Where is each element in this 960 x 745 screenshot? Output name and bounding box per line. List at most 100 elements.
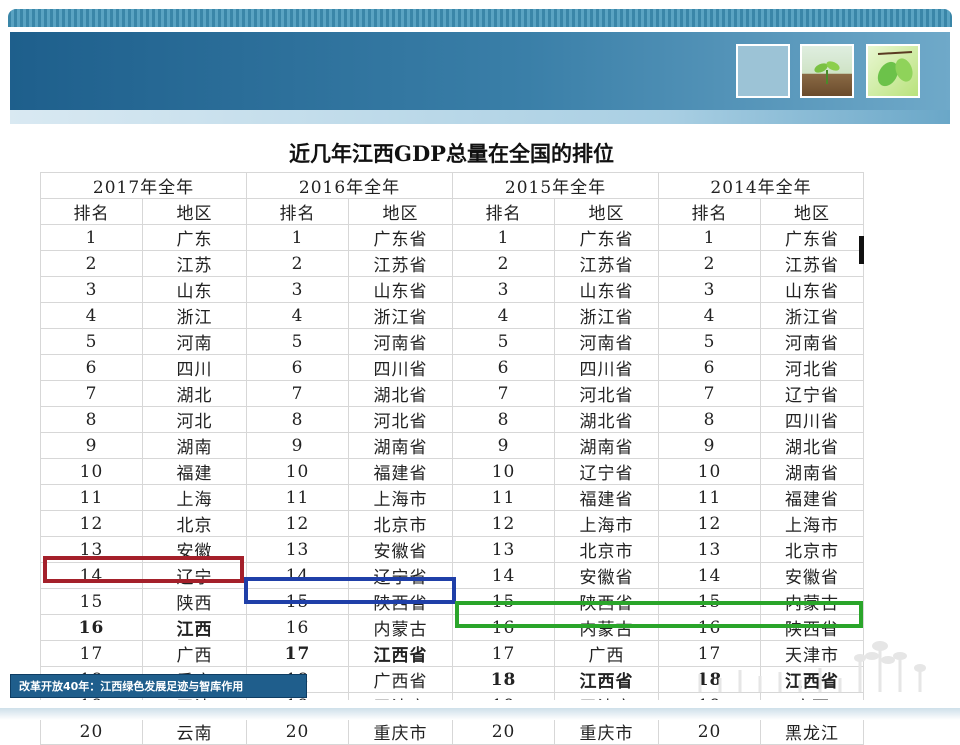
table-title: 近几年江西GDP总量在全国的排位 (289, 141, 614, 166)
table-row: 20 云南 20 重庆市 20 重庆市 20 黑龙江 (40, 718, 865, 745)
region-cell: 重庆市 (554, 718, 660, 745)
region-cell: 安徽省 (554, 562, 660, 589)
col-header-region: 地区 (141, 198, 248, 225)
col-header-region: 地区 (348, 198, 454, 225)
rank-cell: 3 (246, 276, 350, 303)
region-cell: 江苏省 (554, 250, 660, 277)
region-cell: 上海市 (348, 484, 454, 511)
table-row: 3 山东 3 山东省 3 山东省 3 山东省 (40, 276, 865, 303)
region-cell: 河南省 (554, 328, 660, 355)
region-cell: 四川省 (348, 354, 454, 381)
region-cell: 北京市 (554, 536, 660, 563)
rank-cell: 2 (658, 250, 762, 277)
rank-cell: 2 (246, 250, 350, 277)
region-cell: 山东省 (348, 276, 454, 303)
region-cell: 陕西 (141, 588, 248, 615)
rank-cell: 1 (40, 224, 143, 251)
rank-cell: 7 (452, 380, 556, 407)
year-header: 2017年全年 (39, 172, 248, 199)
rank-cell: 8 (246, 406, 350, 433)
region-cell: 山东省 (554, 276, 660, 303)
table-row: 8 河北 8 河北省 8 湖北省 8 四川省 (40, 406, 865, 433)
highlight-2016-jiangxi (244, 577, 456, 604)
rank-cell: 8 (40, 406, 143, 433)
region-cell: 上海市 (554, 510, 660, 537)
side-marker (859, 236, 864, 264)
region-cell: 山东 (141, 276, 248, 303)
rank-cell: 4 (40, 302, 143, 329)
rank-cell: 11 (452, 484, 556, 511)
rank-cell: 5 (246, 328, 350, 355)
col-header-region: 地区 (760, 198, 865, 225)
region-cell: 河南省 (348, 328, 454, 355)
table-row: 6 四川 6 四川省 6 四川省 6 河北省 (40, 354, 865, 381)
region-cell: 河北省 (348, 406, 454, 433)
rank-cell: 3 (40, 276, 143, 303)
rank-cell: 1 (658, 224, 762, 251)
region-cell: 安徽省 (348, 536, 454, 563)
rank-cell: 12 (658, 510, 762, 537)
region-cell: 四川 (141, 354, 248, 381)
region-cell: 浙江省 (760, 302, 865, 329)
table-row: 5 河南 5 河南省 5 河南省 5 河南省 (40, 328, 865, 355)
rank-cell: 14 (452, 562, 556, 589)
region-cell: 湖北省 (554, 406, 660, 433)
rank-cell: 16 (246, 614, 350, 641)
region-cell: 北京 (141, 510, 248, 537)
rank-cell: 12 (452, 510, 556, 537)
leaf-photo-thumbnail (866, 44, 920, 98)
table-row: 10 福建 10 福建省 10 辽宁省 10 湖南省 (40, 458, 865, 485)
rank-cell: 17 (246, 640, 350, 667)
table-row: 11 上海 11 上海市 11 福建省 11 福建省 (40, 484, 865, 511)
year-header: 2014年全年 (658, 172, 865, 199)
rank-cell: 5 (40, 328, 143, 355)
region-cell: 河南省 (760, 328, 865, 355)
rank-cell: 16 (40, 614, 143, 641)
col-header-rank: 排名 (246, 198, 350, 225)
region-cell: 北京市 (348, 510, 454, 537)
rank-cell: 20 (452, 718, 556, 745)
rank-cell: 17 (452, 640, 556, 667)
top-decor-bar (8, 9, 952, 27)
rank-cell: 10 (452, 458, 556, 485)
table-row: 9 湖南 9 湖南省 9 湖南省 9 湖北省 (40, 432, 865, 459)
rank-cell: 14 (658, 562, 762, 589)
region-cell: 浙江 (141, 302, 248, 329)
banner-curve (10, 110, 950, 124)
rank-cell: 4 (658, 302, 762, 329)
rank-cell: 13 (452, 536, 556, 563)
table-row: 1 广东 1 广东省 1 广东省 1 广东省 (40, 224, 865, 251)
region-cell: 江苏 (141, 250, 248, 277)
rank-cell: 18 (452, 666, 556, 693)
column-header-row: 排名 地区 排名 地区 排名 地区 排名 地区 (40, 198, 865, 225)
region-cell: 重庆市 (348, 718, 454, 745)
region-cell: 黑龙江 (760, 718, 865, 745)
region-cell: 河南 (141, 328, 248, 355)
col-header-rank: 排名 (40, 198, 143, 225)
region-cell: 山东省 (760, 276, 865, 303)
rank-cell: 20 (658, 718, 762, 745)
region-cell: 江西省 (554, 666, 660, 693)
rank-cell: 7 (246, 380, 350, 407)
table-row: 7 湖北 7 湖北省 7 河北省 7 辽宁省 (40, 380, 865, 407)
rank-cell: 8 (452, 406, 556, 433)
rank-cell: 8 (658, 406, 762, 433)
region-cell: 广西省 (348, 666, 454, 693)
region-cell: 湖北省 (348, 380, 454, 407)
region-cell: 辽宁省 (554, 458, 660, 485)
region-cell: 福建 (141, 458, 248, 485)
region-cell: 广西 (141, 640, 248, 667)
rank-cell: 7 (658, 380, 762, 407)
region-cell: 湖南 (141, 432, 248, 459)
plant-silhouette-decoration (698, 641, 926, 692)
table-row: 4 浙江 4 浙江省 4 浙江省 4 浙江省 (40, 302, 865, 329)
rank-cell: 6 (40, 354, 143, 381)
region-cell: 湖北 (141, 380, 248, 407)
region-cell: 安徽省 (760, 562, 865, 589)
region-cell: 上海市 (760, 510, 865, 537)
sprout-photo-thumbnail (800, 44, 854, 98)
footer-line (0, 700, 960, 720)
col-header-rank: 排名 (452, 198, 556, 225)
rank-cell: 5 (658, 328, 762, 355)
region-cell: 四川省 (760, 406, 865, 433)
